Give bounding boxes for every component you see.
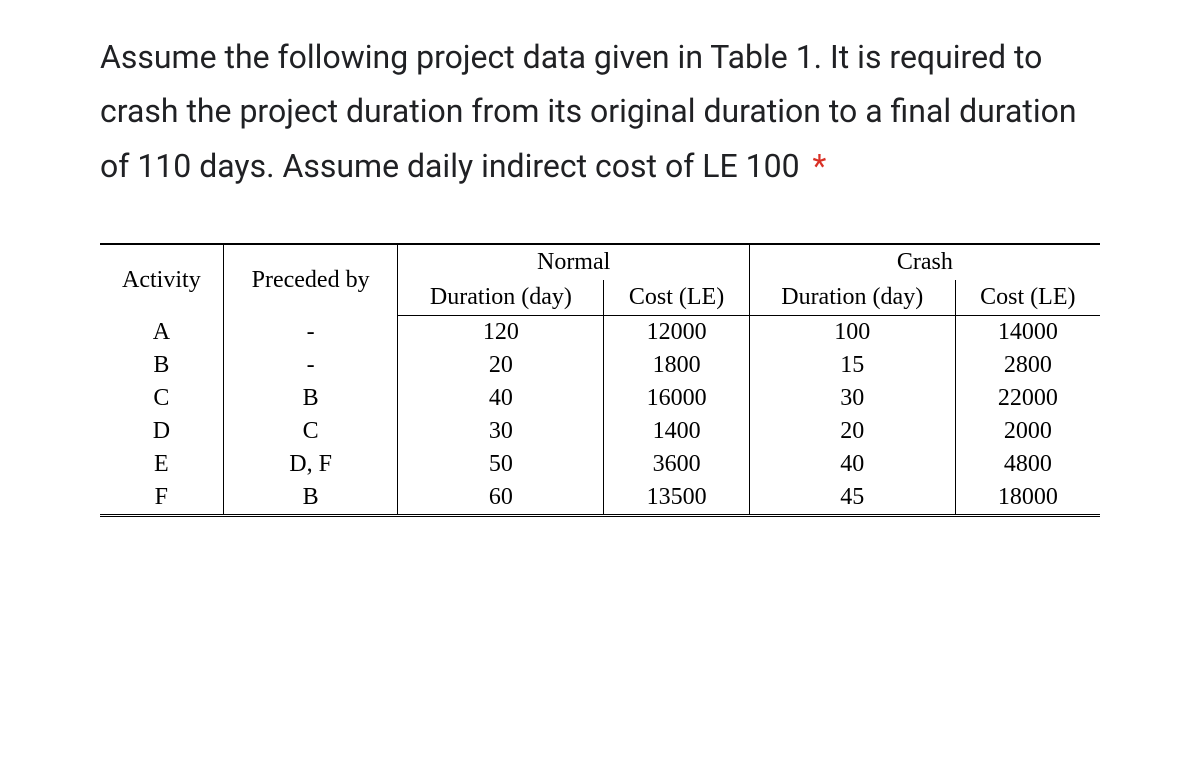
table-row: F B 60 13500 45 18000 bbox=[100, 481, 1100, 516]
cell-crash-cost: 18000 bbox=[955, 481, 1100, 516]
cell-normal-cost: 1800 bbox=[604, 349, 749, 382]
project-data-table-container: Activity Preceded by Normal Crash Durati… bbox=[100, 243, 1100, 517]
cell-crash-duration: 30 bbox=[749, 382, 955, 415]
table-row: A - 120 12000 100 14000 bbox=[100, 316, 1100, 350]
cell-normal-cost: 13500 bbox=[604, 481, 749, 516]
header-crash-duration: Duration (day) bbox=[749, 280, 955, 316]
cell-normal-duration: 40 bbox=[398, 382, 604, 415]
cell-crash-cost: 4800 bbox=[955, 448, 1100, 481]
cell-normal-duration: 30 bbox=[398, 415, 604, 448]
cell-preceded-by: B bbox=[223, 481, 398, 516]
header-activity: Activity bbox=[100, 244, 223, 316]
table-row: C B 40 16000 30 22000 bbox=[100, 382, 1100, 415]
cell-activity: A bbox=[100, 316, 223, 350]
cell-preceded-by: - bbox=[223, 316, 398, 350]
header-crash-group: Crash bbox=[749, 244, 1100, 280]
table-row: E D, F 50 3600 40 4800 bbox=[100, 448, 1100, 481]
cell-activity: B bbox=[100, 349, 223, 382]
table-row: D C 30 1400 20 2000 bbox=[100, 415, 1100, 448]
cell-crash-cost: 2000 bbox=[955, 415, 1100, 448]
cell-activity: E bbox=[100, 448, 223, 481]
cell-normal-cost: 12000 bbox=[604, 316, 749, 350]
cell-crash-duration: 45 bbox=[749, 481, 955, 516]
question-body: Assume the following project data given … bbox=[100, 38, 1077, 185]
table-row: B - 20 1800 15 2800 bbox=[100, 349, 1100, 382]
cell-crash-duration: 100 bbox=[749, 316, 955, 350]
cell-normal-duration: 50 bbox=[398, 448, 604, 481]
cell-crash-duration: 15 bbox=[749, 349, 955, 382]
question-text: Assume the following project data given … bbox=[100, 30, 1100, 193]
header-normal-cost: Cost (LE) bbox=[604, 280, 749, 316]
header-normal-group: Normal bbox=[398, 244, 749, 280]
cell-crash-cost: 22000 bbox=[955, 382, 1100, 415]
cell-crash-cost: 14000 bbox=[955, 316, 1100, 350]
cell-activity: D bbox=[100, 415, 223, 448]
cell-crash-duration: 40 bbox=[749, 448, 955, 481]
cell-normal-cost: 1400 bbox=[604, 415, 749, 448]
table-body: A - 120 12000 100 14000 B - 20 1800 15 2… bbox=[100, 316, 1100, 516]
project-data-table: Activity Preceded by Normal Crash Durati… bbox=[100, 243, 1100, 517]
cell-normal-cost: 3600 bbox=[604, 448, 749, 481]
cell-preceded-by: - bbox=[223, 349, 398, 382]
cell-normal-duration: 20 bbox=[398, 349, 604, 382]
cell-crash-cost: 2800 bbox=[955, 349, 1100, 382]
cell-normal-duration: 120 bbox=[398, 316, 604, 350]
cell-preceded-by: C bbox=[223, 415, 398, 448]
cell-normal-cost: 16000 bbox=[604, 382, 749, 415]
cell-preceded-by: B bbox=[223, 382, 398, 415]
cell-activity: C bbox=[100, 382, 223, 415]
cell-normal-duration: 60 bbox=[398, 481, 604, 516]
header-normal-duration: Duration (day) bbox=[398, 280, 604, 316]
cell-preceded-by: D, F bbox=[223, 448, 398, 481]
header-crash-cost: Cost (LE) bbox=[955, 280, 1100, 316]
header-preceded-by: Preceded by bbox=[223, 244, 398, 316]
cell-activity: F bbox=[100, 481, 223, 516]
cell-crash-duration: 20 bbox=[749, 415, 955, 448]
required-indicator: * bbox=[813, 147, 827, 185]
